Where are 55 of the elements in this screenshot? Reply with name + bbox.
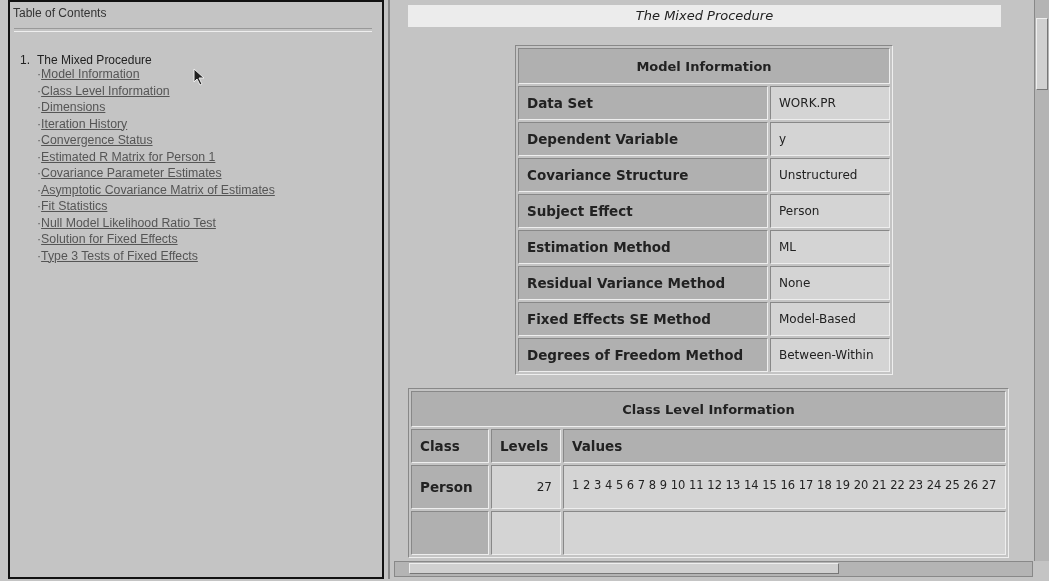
table-cell: Unstructured: [770, 158, 890, 192]
bullet: ·: [37, 132, 42, 149]
column-header: Class: [411, 429, 489, 463]
vertical-scrollbar[interactable]: [1034, 0, 1049, 561]
procedure-title: The Mixed Procedure: [408, 5, 1001, 27]
toc-link[interactable]: Asymptotic Covariance Matrix of Estimates: [41, 181, 275, 198]
bullet: ·: [37, 165, 42, 182]
section-number: 1.: [20, 54, 30, 67]
table-cell: None: [770, 266, 890, 300]
row-label: Dependent Variable: [518, 122, 768, 156]
table-title: Class Level Information: [411, 391, 1006, 427]
panel-title: Table of Contents: [13, 6, 108, 20]
bullet: ·: [37, 99, 42, 116]
toc-link[interactable]: Convergence Status: [41, 132, 153, 149]
bullet: ·: [37, 66, 42, 83]
column-header: Levels: [491, 429, 561, 463]
bullet: ·: [37, 198, 42, 215]
table-cell: ML: [770, 230, 890, 264]
row-label: Residual Variance Method: [518, 266, 768, 300]
bullet: ·: [37, 148, 42, 165]
row-label: Data Set: [518, 86, 768, 120]
toc-link[interactable]: Iteration History: [41, 115, 128, 132]
toc-link[interactable]: Dimensions: [41, 99, 106, 116]
table-cell: 27: [491, 465, 561, 509]
row-label: Subject Effect: [518, 194, 768, 228]
toc-link[interactable]: Fit Statistics: [41, 198, 108, 215]
toc-link[interactable]: Type 3 Tests of Fixed Effects: [41, 247, 198, 264]
toc-link[interactable]: Estimated R Matrix for Person 1: [41, 148, 216, 165]
table-cell: WORK.PR: [770, 86, 890, 120]
bullet: ·: [37, 247, 42, 264]
table-cell: 1 2 3 4 5 6 7 8 9 10 11 12 13 14 15 16 17 18 19 20 21 22 23 24 25 26 27: [563, 465, 1006, 509]
row-label: Estimation Method: [518, 230, 768, 264]
bullet: ·: [37, 231, 42, 248]
toc-link[interactable]: Null Model Likelihood Ratio Test: [41, 214, 216, 231]
row-label: Degrees of Freedom Method: [518, 338, 768, 372]
bullet: ·: [37, 82, 42, 99]
row-label: Fixed Effects SE Method: [518, 302, 768, 336]
toc-link[interactable]: Model Information: [41, 66, 140, 83]
table-cell: Between-Within: [770, 338, 890, 372]
table-cell: Person: [770, 194, 890, 228]
toc-link[interactable]: Class Level Information: [41, 82, 170, 99]
toc-link[interactable]: Covariance Parameter Estimates: [41, 165, 222, 182]
bullet: ·: [37, 115, 42, 132]
column-header: Values: [563, 429, 1006, 463]
section-title: The Mixed Procedure: [37, 54, 152, 67]
bullet: ·: [37, 214, 42, 231]
horizontal-scrollbar[interactable]: [394, 561, 1033, 577]
table-cell: Model-Based: [770, 302, 890, 336]
toc-link[interactable]: Solution for Fixed Effects: [41, 231, 178, 248]
row-label: Person: [411, 465, 489, 509]
row-label: Covariance Structure: [518, 158, 768, 192]
bullet: ·: [37, 181, 42, 198]
table-title: Model Information: [518, 48, 890, 84]
table-cell: y: [770, 122, 890, 156]
pointer-icon: [193, 68, 205, 86]
